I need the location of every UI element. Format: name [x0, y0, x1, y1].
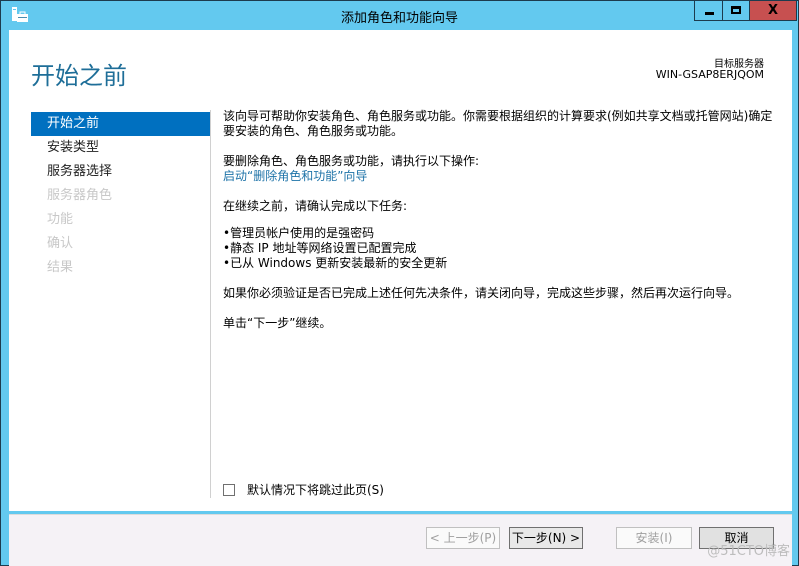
wizard-client-area: 开始之前 目标服务器 WIN-GSAP8ERJQOM 开始之前 安装类型 服务器… — [9, 30, 792, 511]
sidebar-divider — [210, 110, 211, 498]
nav-item-server-selection[interactable]: 服务器选择 — [31, 160, 211, 184]
close-icon: X — [767, 3, 779, 18]
skip-page-option[interactable]: 默认情况下将跳过此页(S) — [223, 481, 384, 498]
task-item: 已从 Windows 更新安装最新的安全更新 — [223, 256, 783, 271]
close-button[interactable]: X — [749, 1, 797, 21]
nav-item-server-roles: 服务器角色 — [47, 188, 113, 203]
page-title: 开始之前 — [31, 62, 127, 90]
nav-item-installation-type[interactable]: 安装类型 — [31, 136, 211, 160]
task-item: 管理员帐户使用的是强密码 — [223, 226, 783, 241]
task-item: 静态 IP 地址等网络设置已配置完成 — [223, 241, 783, 256]
next-button[interactable]: 下一步(N) > — [509, 527, 583, 549]
continue-note: 单击“下一步”继续。 — [223, 316, 332, 330]
confirm-prompt: 在继续之前，请确认完成以下任务: — [223, 199, 408, 213]
skip-page-label: 默认情况下将跳过此页(S) — [247, 483, 384, 497]
remove-roles-link[interactable]: 启动“删除角色和功能”向导 — [223, 169, 783, 184]
remove-prompt: 要删除角色、角色服务或功能，请执行以下操作: — [223, 154, 480, 168]
intro-text: 该向导可帮助你安装角色、角色服务或功能。你需要根据组织的计算要求(例如共享文档或… — [223, 109, 773, 138]
nav-item-confirmation: 确认 — [47, 236, 74, 251]
verify-note: 如果你必须验证是否已完成上述任何先决条件，请关闭向导，完成这些步骤，然后再次运行… — [223, 286, 740, 300]
nav-item-before-you-begin[interactable]: 开始之前 — [31, 112, 211, 136]
nav-item-features: 功能 — [47, 212, 74, 227]
wizard-steps-nav: 开始之前 安装类型 服务器选择 服务器角色 功能 确认 结果 — [31, 112, 211, 280]
previous-button[interactable]: < 上一步(P) — [426, 527, 500, 549]
wizard-window: 添加角色和功能向导 X 开始之前 目标服务器 WIN-GSAP8ERJQOM 开… — [0, 0, 799, 566]
target-server-name: WIN-GSAP8ERJQOM — [655, 68, 764, 81]
watermark: @51CTO博客 — [707, 544, 790, 559]
title-bar[interactable]: 添加角色和功能向导 X — [1, 1, 798, 30]
minimize-button[interactable] — [694, 1, 723, 21]
install-button[interactable]: 安装(I) — [616, 527, 692, 549]
nav-item-results: 结果 — [47, 260, 74, 275]
skip-page-checkbox[interactable] — [223, 483, 235, 496]
minimize-icon — [705, 12, 714, 15]
window-title: 添加角色和功能向导 — [340, 11, 458, 26]
maximize-icon — [731, 6, 741, 14]
maximize-button[interactable] — [722, 1, 750, 21]
wizard-content: 该向导可帮助你安装角色、角色服务或功能。你需要根据组织的计算要求(例如共享文档或… — [223, 109, 783, 331]
